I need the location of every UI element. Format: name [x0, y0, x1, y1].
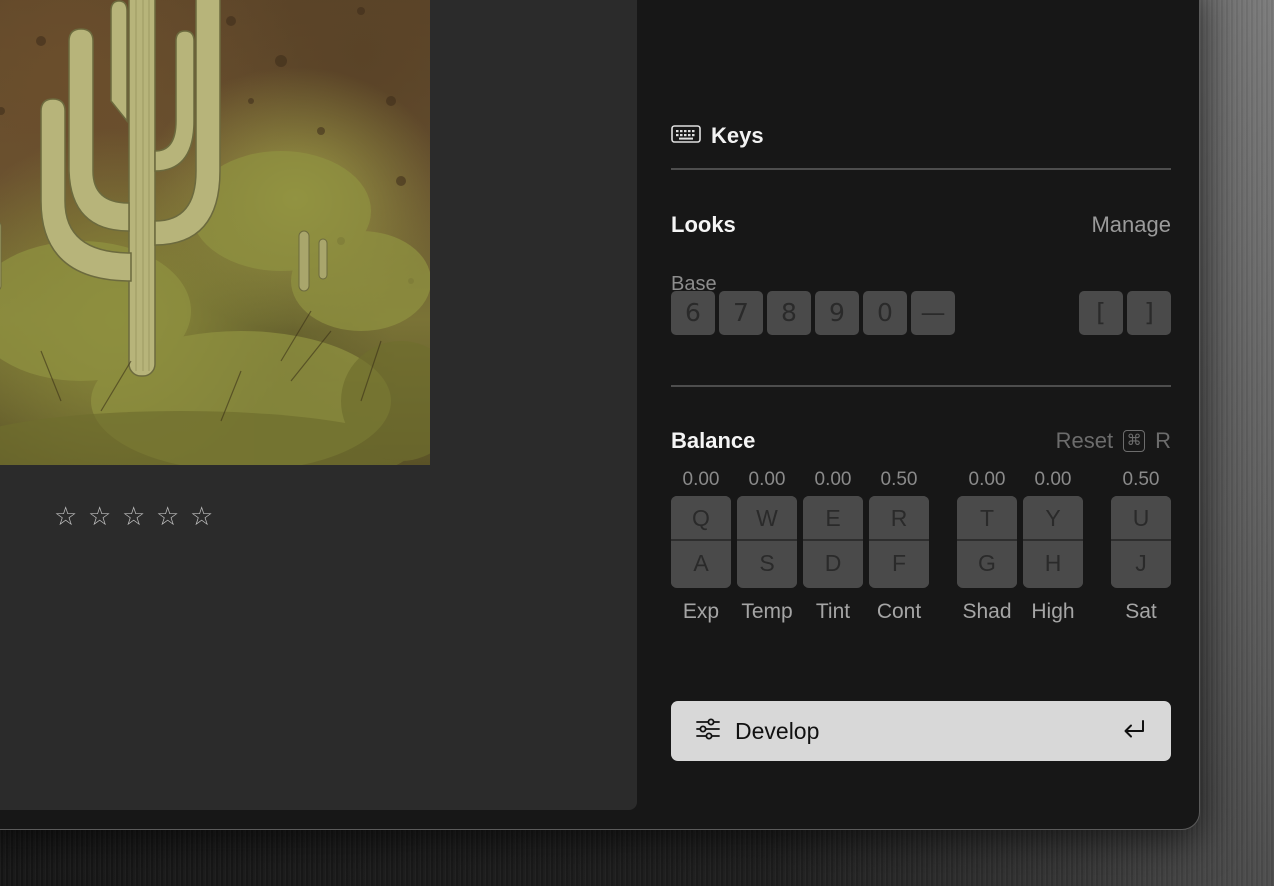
sliders-icon	[695, 718, 721, 745]
increase-key[interactable]: Q	[671, 496, 731, 541]
slider-value: 0.00	[748, 469, 786, 490]
increase-key[interactable]: E	[803, 496, 863, 541]
command-key-icon: ⌘	[1123, 430, 1146, 452]
look-key-0[interactable]: 0	[863, 291, 907, 335]
look-key-7[interactable]: 7	[719, 291, 763, 335]
slider-label: Cont	[876, 600, 922, 623]
reset-key: R	[1155, 428, 1171, 453]
look-prev-key[interactable]: [	[1079, 291, 1123, 335]
return-icon	[1121, 718, 1147, 745]
look-key-dash[interactable]: —	[911, 291, 955, 335]
slider-value: 0.50	[1122, 469, 1160, 490]
slider-high: 0.00 Y H High	[1023, 468, 1083, 624]
develop-label: Develop	[735, 717, 820, 744]
reset-label: Reset	[1055, 428, 1114, 453]
slider-value: 0.50	[880, 469, 918, 490]
slider-label: Temp	[741, 600, 793, 623]
slider-label: Tint	[815, 600, 851, 623]
app-window: ☆ ☆ ☆ ☆ ☆ Keys Looks Manage Base 6 7 8 9…	[0, 0, 1200, 830]
inspector-panel: Keys Looks Manage Base 6 7 8 9 0 — [ ] B…	[671, 1, 1171, 829]
keys-section[interactable]: Keys	[671, 121, 764, 151]
slider-label: Sat	[1125, 600, 1157, 623]
star-icon[interactable]: ☆	[190, 504, 216, 530]
increase-key[interactable]: W	[737, 496, 797, 541]
decrease-key[interactable]: G	[957, 541, 1017, 586]
slider-value: 0.00	[968, 469, 1006, 490]
looks-title: Looks	[671, 212, 736, 237]
star-icon[interactable]: ☆	[54, 504, 80, 530]
manage-button[interactable]: Manage	[1091, 212, 1171, 238]
increase-key[interactable]: R	[869, 496, 929, 541]
decrease-key[interactable]: D	[803, 541, 863, 586]
look-key-9[interactable]: 9	[815, 291, 859, 335]
slider-label: High	[1031, 600, 1075, 623]
slider-exp: 0.00 Q A Exp	[671, 468, 731, 624]
slider-temp: 0.00 W S Temp	[737, 468, 797, 624]
slider-value: 0.00	[682, 469, 720, 490]
divider	[671, 385, 1171, 387]
reset-button[interactable]: Reset ⌘ R	[1056, 428, 1171, 454]
image-viewer: ☆ ☆ ☆ ☆ ☆	[0, 0, 637, 810]
decrease-key[interactable]: A	[671, 541, 731, 586]
slider-value: 0.00	[1034, 469, 1072, 490]
slider-shad: 0.00 T G Shad	[957, 468, 1017, 624]
star-rating[interactable]: ☆ ☆ ☆ ☆ ☆	[54, 504, 216, 530]
slider-sat: 0.50 U J Sat	[1111, 468, 1171, 624]
increase-key[interactable]: T	[957, 496, 1017, 541]
divider	[671, 168, 1171, 170]
star-icon[interactable]: ☆	[156, 504, 182, 530]
increase-key[interactable]: Y	[1023, 496, 1083, 541]
slider-label: Shad	[962, 600, 1012, 623]
decrease-key[interactable]: S	[737, 541, 797, 586]
keyboard-icon	[671, 124, 701, 149]
decrease-key[interactable]: H	[1023, 541, 1083, 586]
slider-cont: 0.50 R F Cont	[869, 468, 929, 624]
look-key-8[interactable]: 8	[767, 291, 811, 335]
slider-tint: 0.00 E D Tint	[803, 468, 863, 624]
develop-button[interactable]: Develop	[671, 701, 1171, 761]
star-icon[interactable]: ☆	[88, 504, 114, 530]
slider-label: Exp	[682, 600, 720, 623]
look-next-key[interactable]: ]	[1127, 291, 1171, 335]
balance-title: Balance	[671, 428, 756, 453]
increase-key[interactable]: U	[1111, 496, 1171, 541]
photo-preview[interactable]	[0, 0, 430, 465]
slider-value: 0.00	[814, 469, 852, 490]
keys-label: Keys	[711, 123, 764, 148]
star-icon[interactable]: ☆	[122, 504, 148, 530]
look-key-6[interactable]: 6	[671, 291, 715, 335]
decrease-key[interactable]: J	[1111, 541, 1171, 586]
decrease-key[interactable]: F	[869, 541, 929, 586]
